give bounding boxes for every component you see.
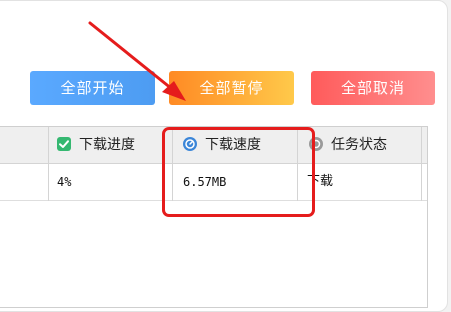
annotation-arrow-icon (88, 21, 186, 101)
